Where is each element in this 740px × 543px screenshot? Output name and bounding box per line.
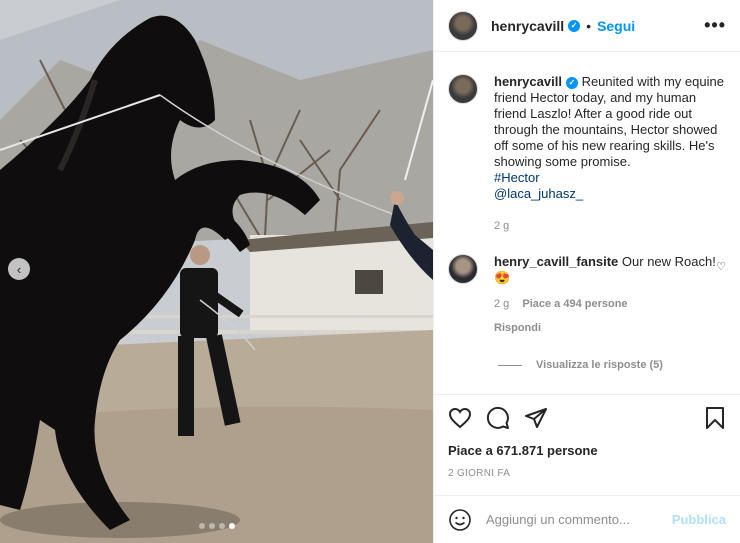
author-avatar[interactable]: [448, 74, 478, 104]
photo-illustration: [0, 0, 433, 543]
carousel-indicator: [0, 523, 433, 529]
publish-button[interactable]: Pubblica: [672, 512, 726, 527]
commenter-avatar[interactable]: [448, 254, 478, 284]
post-header: henrycavill ✓ • Segui •••: [434, 0, 740, 52]
share-direct-icon[interactable]: [524, 406, 548, 430]
commenter-username[interactable]: henry_cavill_fansite: [494, 254, 618, 269]
author-avatar[interactable]: [448, 10, 478, 41]
comment-like-icon[interactable]: ♡: [716, 260, 726, 273]
post-photo[interactable]: ‹: [0, 0, 433, 543]
reply-button[interactable]: Rispondi: [494, 320, 716, 336]
like-heart-icon[interactable]: [448, 406, 472, 430]
verified-badge-icon: ✓: [568, 19, 581, 32]
more-options-icon[interactable]: •••: [704, 15, 726, 36]
verified-badge-icon: ✓: [565, 77, 578, 89]
carousel-dot-active: [228, 523, 235, 529]
follow-button[interactable]: Segui: [597, 18, 635, 34]
replies-line: [498, 364, 522, 366]
author-username[interactable]: henrycavill: [491, 18, 564, 34]
carousel-dot: [198, 523, 205, 529]
save-bookmark-icon[interactable]: [704, 406, 726, 430]
comment-likes[interactable]: Piace a 494 persone: [522, 298, 627, 310]
caption-username[interactable]: henrycavill: [494, 74, 562, 89]
carousel-dot: [208, 523, 215, 529]
likes-count[interactable]: Piace a 671.871 persone: [448, 443, 726, 458]
view-replies-button[interactable]: Visualizza le risposte (5): [498, 359, 726, 371]
comments-section[interactable]: henrycavill ✓ Reunited with my equine fri…: [434, 52, 740, 394]
chevron-left-icon: ‹: [16, 261, 22, 277]
carousel-dot: [218, 523, 225, 529]
mention-link[interactable]: @laca_juhasz_: [494, 186, 726, 202]
comment-meta: 2 g Piace a 494 persone: [494, 296, 716, 312]
action-icons: [448, 403, 726, 433]
emoji-icon[interactable]: [448, 508, 472, 532]
caption: henrycavill ✓ Reunited with my equine fri…: [448, 74, 726, 234]
action-bar: Piace a 671.871 persone 2 GIORNI FA: [434, 394, 740, 495]
comment-age[interactable]: 2 g: [494, 298, 509, 310]
hashtag-link[interactable]: #Hector: [494, 170, 726, 186]
post-side-panel: henrycavill ✓ • Segui ••• henrycavill ✓ R…: [433, 0, 740, 543]
instagram-post: ‹ henrycavill ✓ • Segui ••• henrycavill ✓: [0, 0, 740, 543]
previous-slide-button[interactable]: ‹: [8, 258, 30, 280]
caption-meta: 2 g: [494, 218, 726, 234]
view-replies-label: Visualizza le risposte (5): [536, 359, 663, 371]
comment-item: henry_cavill_fansite Our new Roach! 😍 2 …: [448, 254, 726, 336]
caption-age[interactable]: 2 g: [494, 220, 509, 232]
comment-input[interactable]: [486, 512, 672, 527]
post-date[interactable]: 2 GIORNI FA: [448, 468, 726, 495]
comment-bubble-icon[interactable]: [486, 406, 510, 430]
separator-dot: •: [586, 17, 592, 34]
add-comment-bar: Pubblica: [434, 495, 740, 543]
